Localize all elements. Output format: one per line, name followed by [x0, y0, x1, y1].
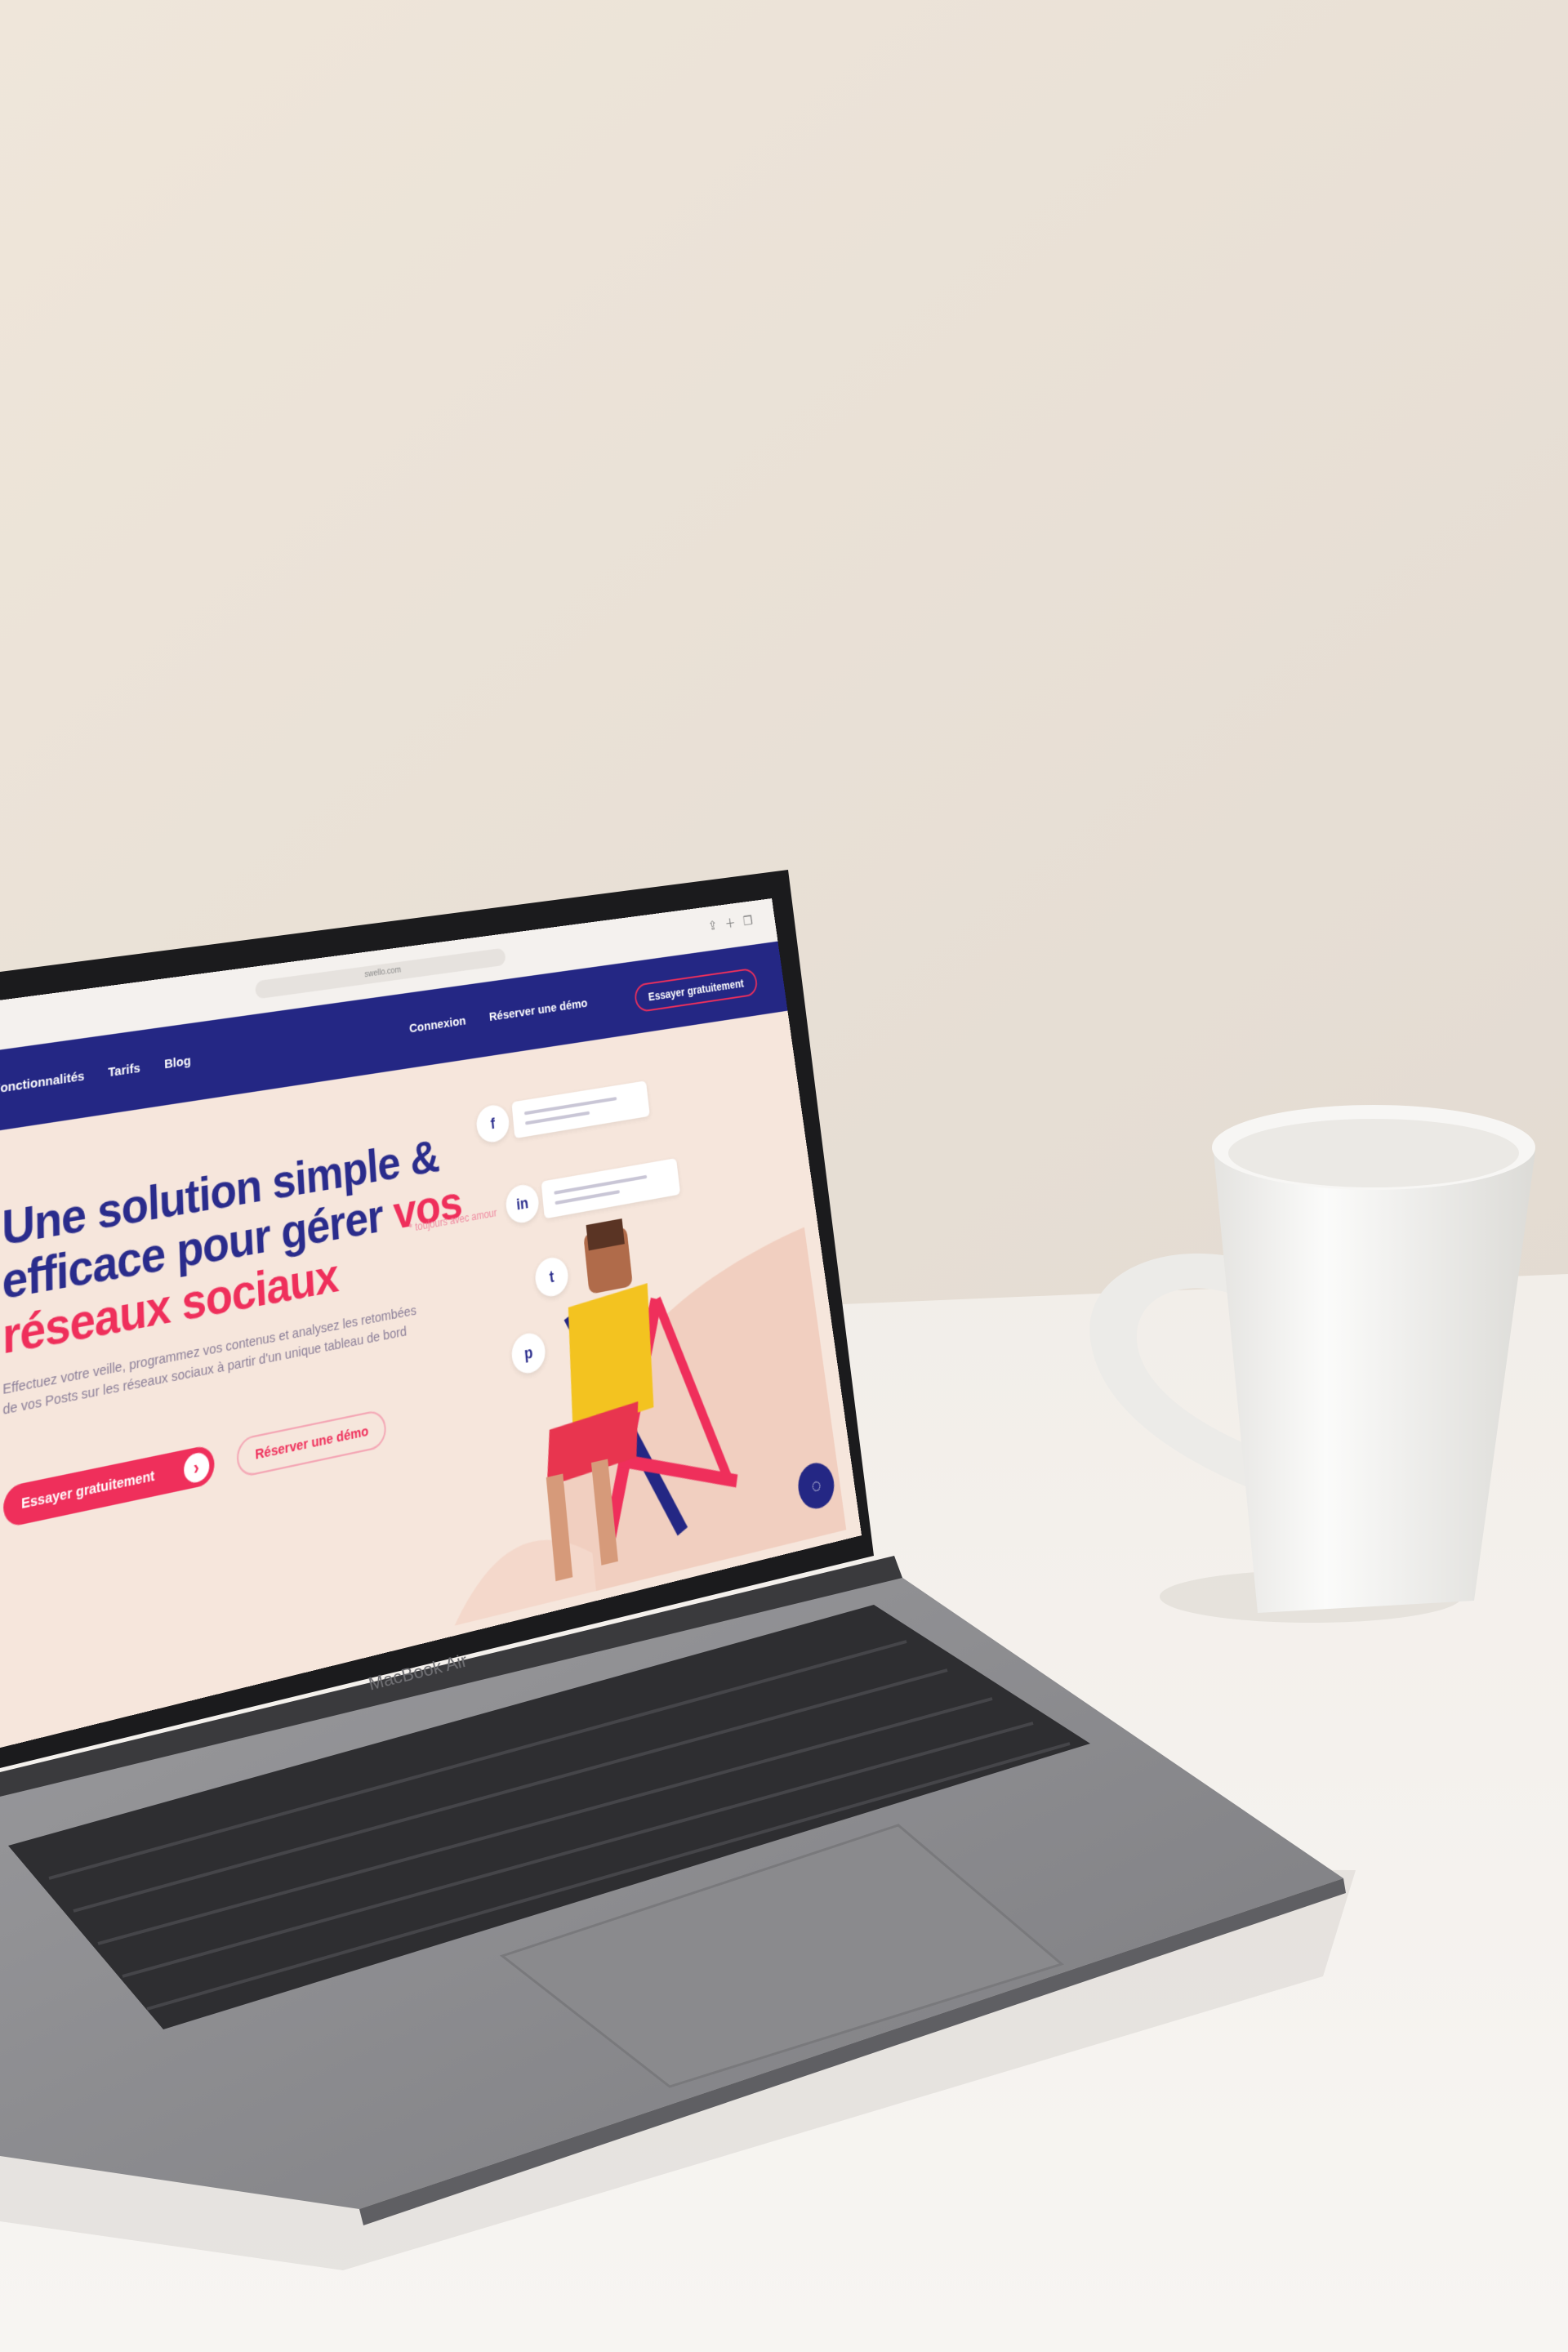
browser-actions-icon[interactable]: ⇪＋❐ [707, 909, 762, 934]
nav-demo[interactable]: Réserver une démo [488, 996, 588, 1024]
nav-features[interactable]: Fonctionnalités [0, 1069, 85, 1097]
nav-blog[interactable]: Blog [164, 1054, 191, 1071]
nav-pricing[interactable]: Tarifs [108, 1061, 140, 1080]
hero-book-demo-button[interactable]: Réserver une démo [236, 1409, 387, 1479]
nav-try-free-button[interactable]: Essayer gratuitement [633, 968, 759, 1013]
nav-login[interactable]: Connexion [409, 1014, 467, 1036]
hero-try-free-button[interactable]: Essayer gratuitement [3, 1444, 215, 1528]
